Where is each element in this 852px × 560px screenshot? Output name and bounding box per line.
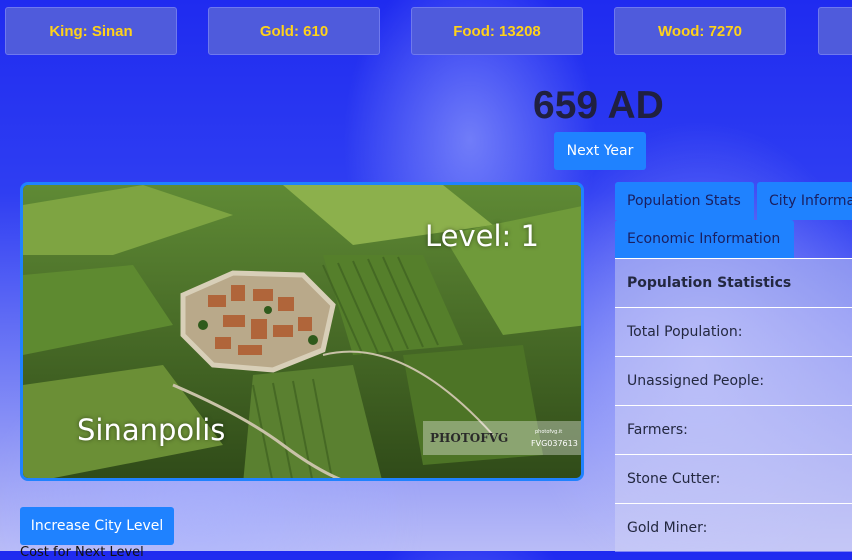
population-stats-table: Population Statistics Total Population: … bbox=[615, 258, 852, 552]
table-row: Farmers: bbox=[615, 405, 852, 454]
tab-city-information[interactable]: City Information bbox=[757, 182, 852, 220]
watermark-brand: PHOTOFVG bbox=[430, 431, 508, 445]
table-row: Gold Miner: bbox=[615, 503, 852, 552]
city-card: PHOTOFVG photofvg.it FVG037613 Level: 1 … bbox=[20, 182, 584, 481]
watermark-code: FVG037613 bbox=[531, 439, 578, 448]
wood-stat-button[interactable]: Wood: 7270 bbox=[614, 7, 786, 55]
city-level-label: Level: 1 bbox=[425, 219, 539, 253]
cost-for-next-level-text: Cost for Next Level bbox=[20, 545, 144, 560]
food-stat-button[interactable]: Food: 13208 bbox=[411, 7, 583, 55]
year-display: 659 AD bbox=[533, 84, 664, 127]
table-row: Total Population: bbox=[615, 307, 852, 356]
next-stat-button[interactable] bbox=[818, 7, 852, 55]
tab-economic-information[interactable]: Economic Information bbox=[615, 220, 794, 258]
table-header: Population Statistics bbox=[615, 258, 852, 307]
watermark-small: photofvg.it bbox=[535, 429, 562, 435]
city-name: Sinanpolis bbox=[77, 413, 226, 447]
king-stat-button[interactable]: King: Sinan bbox=[5, 7, 177, 55]
increase-city-level-button[interactable]: Increase City Level bbox=[20, 507, 174, 545]
gold-stat-button[interactable]: Gold: 610 bbox=[208, 7, 380, 55]
tab-population-stats[interactable]: Population Stats bbox=[615, 182, 754, 220]
next-year-button[interactable]: Next Year bbox=[554, 132, 646, 170]
table-row: Stone Cutter: bbox=[615, 454, 852, 503]
table-row: Unassigned People: bbox=[615, 356, 852, 405]
